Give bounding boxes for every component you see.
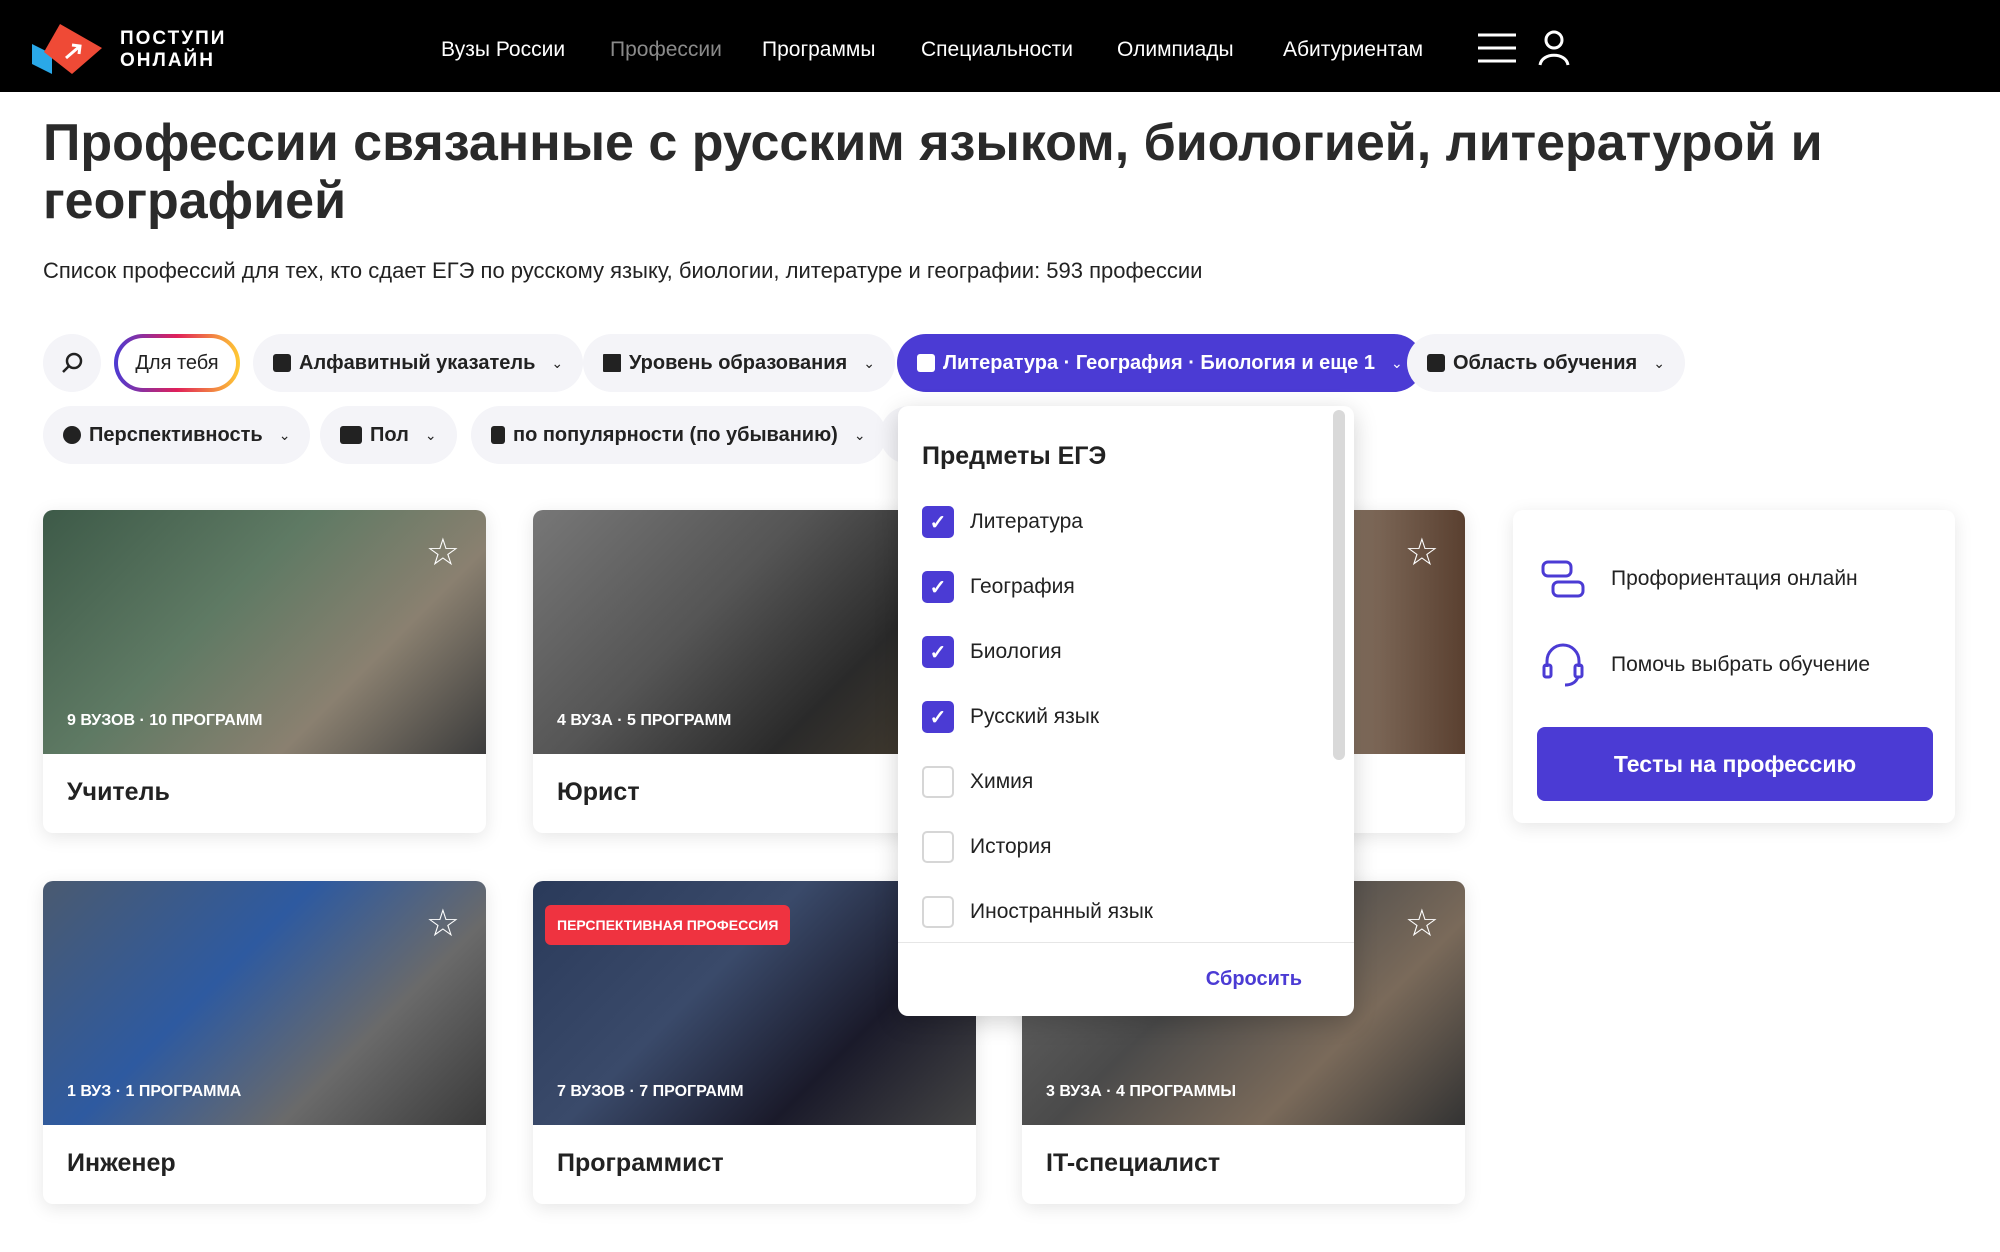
subjects-filter[interactable]: Литература · География · Биология и еще … bbox=[897, 334, 1423, 392]
checkbox[interactable] bbox=[922, 766, 954, 798]
subject-option[interactable]: ✓ Биология bbox=[922, 636, 1062, 668]
chip-label: по популярности (по убыванию) bbox=[513, 423, 838, 446]
checkbox[interactable]: ✓ bbox=[922, 506, 954, 538]
chevron-down-icon: ⌄ bbox=[1390, 354, 1403, 371]
nav-professions[interactable]: Профессии bbox=[610, 38, 722, 62]
nav-applicants[interactable]: Абитуриентам bbox=[1283, 38, 1423, 62]
nav-programs[interactable]: Программы bbox=[762, 38, 875, 62]
search-icon bbox=[62, 352, 83, 373]
logo-line: ПОСТУПИ bbox=[120, 28, 227, 49]
chevron-down-icon: ⌄ bbox=[853, 426, 866, 443]
promising-badge: ПЕРСПЕКТИВНАЯ ПРОФЕССИЯ bbox=[545, 905, 791, 945]
top-nav-bar: ПОСТУПИ ОНЛАЙН Вузы России Профессии Прог… bbox=[0, 0, 2000, 92]
card-meta: 7 ВУЗОВ · 7 ПРОГРАММ bbox=[557, 1083, 744, 1100]
option-label: Биология bbox=[970, 640, 1062, 663]
checkbox[interactable] bbox=[922, 896, 954, 928]
option-label: Химия bbox=[970, 770, 1034, 793]
subject-option[interactable]: История bbox=[922, 831, 1051, 863]
subject-option[interactable]: ✓ География bbox=[922, 571, 1075, 603]
option-label: Русский язык bbox=[970, 705, 1100, 728]
chip-label: Пол bbox=[370, 423, 409, 446]
card-image: ☆ 1 ВУЗ · 1 ПРОГРАММА bbox=[43, 881, 486, 1125]
alphabet-icon bbox=[273, 354, 291, 372]
option-label: Литература bbox=[970, 510, 1083, 533]
career-guidance-panel: Профориентация онлайн Помочь выбрать обу… bbox=[1513, 510, 1955, 823]
education-level-filter[interactable]: Уровень образования ⌄ bbox=[583, 334, 895, 392]
nav-universities[interactable]: Вузы России bbox=[441, 38, 565, 62]
profession-card[interactable]: ☆ 1 ВУЗ · 1 ПРОГРАММА Инженер bbox=[43, 881, 486, 1204]
chip-label: Уровень образования bbox=[629, 351, 848, 374]
card-title: Программист bbox=[557, 1149, 724, 1177]
people-icon bbox=[340, 426, 362, 444]
search-button[interactable] bbox=[43, 334, 101, 392]
chip-label: Литература · География · Биология и еще … bbox=[943, 351, 1375, 374]
dropdown-title: Предметы ЕГЭ bbox=[922, 442, 1107, 470]
headset-icon bbox=[1542, 643, 1584, 687]
checkbox[interactable]: ✓ bbox=[922, 701, 954, 733]
chip-label: Для тебя bbox=[135, 351, 219, 374]
career-icon bbox=[1541, 560, 1585, 598]
card-meta: 4 ВУЗА · 5 ПРОГРАММ bbox=[557, 712, 732, 729]
page-title: Профессии связанные с русским языком, би… bbox=[43, 114, 1823, 230]
checkbox[interactable] bbox=[922, 831, 954, 863]
sort-select[interactable]: по популярности (по убыванию) ⌄ bbox=[471, 406, 886, 464]
logo-icon[interactable] bbox=[30, 24, 104, 74]
subject-option[interactable]: ✓ Русский язык bbox=[922, 701, 1099, 733]
card-title: Инженер bbox=[67, 1149, 176, 1177]
card-meta: 3 ВУЗА · 4 ПРОГРАММЫ bbox=[1046, 1083, 1236, 1100]
checkbox[interactable]: ✓ bbox=[922, 636, 954, 668]
nav-olympiads[interactable]: Олимпиады bbox=[1117, 38, 1234, 62]
chevron-down-icon: ⌄ bbox=[278, 426, 291, 443]
star-icon[interactable]: ☆ bbox=[1405, 534, 1439, 572]
card-image: ☆ 9 ВУЗОВ · 10 ПРОГРАММ bbox=[43, 510, 486, 754]
chip-label: Область обучения bbox=[1453, 351, 1638, 374]
for-you-chip[interactable]: Для тебя bbox=[114, 334, 240, 392]
checkbox[interactable]: ✓ bbox=[922, 571, 954, 603]
profession-tests-button[interactable]: Тесты на профессию bbox=[1537, 727, 1933, 801]
field-icon bbox=[1427, 354, 1445, 372]
star-icon[interactable]: ☆ bbox=[426, 905, 460, 943]
prospects-filter[interactable]: Перспективность ⌄ bbox=[43, 406, 311, 464]
chip-label: Алфавитный указатель bbox=[299, 351, 536, 374]
divider bbox=[898, 942, 1354, 943]
option-label: Иностранный язык bbox=[970, 900, 1153, 923]
chevron-down-icon: ⌄ bbox=[863, 354, 875, 371]
logo-text[interactable]: ПОСТУПИ ОНЛАЙН bbox=[120, 28, 226, 72]
globe-icon bbox=[63, 426, 81, 444]
gender-filter[interactable]: Пол ⌄ bbox=[320, 406, 457, 464]
star-icon[interactable]: ☆ bbox=[1405, 905, 1439, 943]
sort-icon bbox=[491, 426, 505, 444]
profession-card[interactable]: ☆ 9 ВУЗОВ · 10 ПРОГРАММ Учитель bbox=[43, 510, 486, 833]
chevron-down-icon: ⌄ bbox=[424, 426, 437, 443]
help-choose-link[interactable]: Помочь выбрать обучение bbox=[1541, 643, 1870, 687]
card-meta: 1 ВУЗ · 1 ПРОГРАММА bbox=[67, 1083, 242, 1100]
chevron-down-icon: ⌄ bbox=[551, 354, 564, 371]
scrollbar[interactable] bbox=[1333, 410, 1345, 760]
card-meta: 9 ВУЗОВ · 10 ПРОГРАММ bbox=[67, 712, 263, 729]
logo-line: ОНЛАЙН bbox=[120, 50, 215, 71]
menu-icon[interactable] bbox=[1478, 33, 1516, 63]
subject-option[interactable]: Химия bbox=[922, 766, 1033, 798]
option-label: География bbox=[970, 575, 1075, 598]
chip-label: Перспективность bbox=[89, 423, 263, 446]
chevron-down-icon: ⌄ bbox=[1653, 354, 1665, 371]
level-icon bbox=[603, 354, 621, 372]
card-title: IT-специалист bbox=[1046, 1149, 1221, 1177]
subject-option[interactable]: Иностранный язык bbox=[922, 896, 1153, 928]
reset-button[interactable]: Сбросить bbox=[1206, 968, 1302, 991]
card-title: Учитель bbox=[67, 778, 170, 806]
career-guidance-link[interactable]: Профориентация онлайн bbox=[1541, 560, 1858, 598]
page-subtitle: Список профессий для тех, кто сдает ЕГЭ … bbox=[43, 258, 1203, 283]
field-filter[interactable]: Область обучения ⌄ bbox=[1407, 334, 1685, 392]
link-label: Помочь выбрать обучение bbox=[1611, 653, 1871, 676]
star-icon[interactable]: ☆ bbox=[426, 534, 460, 572]
nav-specialties[interactable]: Специальности bbox=[921, 38, 1073, 62]
alphabet-filter[interactable]: Алфавитный указатель ⌄ bbox=[253, 334, 584, 392]
book-icon bbox=[917, 354, 935, 372]
user-icon[interactable] bbox=[1538, 30, 1570, 66]
option-label: История bbox=[970, 835, 1052, 858]
subject-option[interactable]: ✓ Литература bbox=[922, 506, 1083, 538]
link-label: Профориентация онлайн bbox=[1611, 567, 1858, 590]
subjects-dropdown: Предметы ЕГЭ ✓ Литература ✓ География ✓ Биоло… bbox=[898, 406, 1354, 1016]
